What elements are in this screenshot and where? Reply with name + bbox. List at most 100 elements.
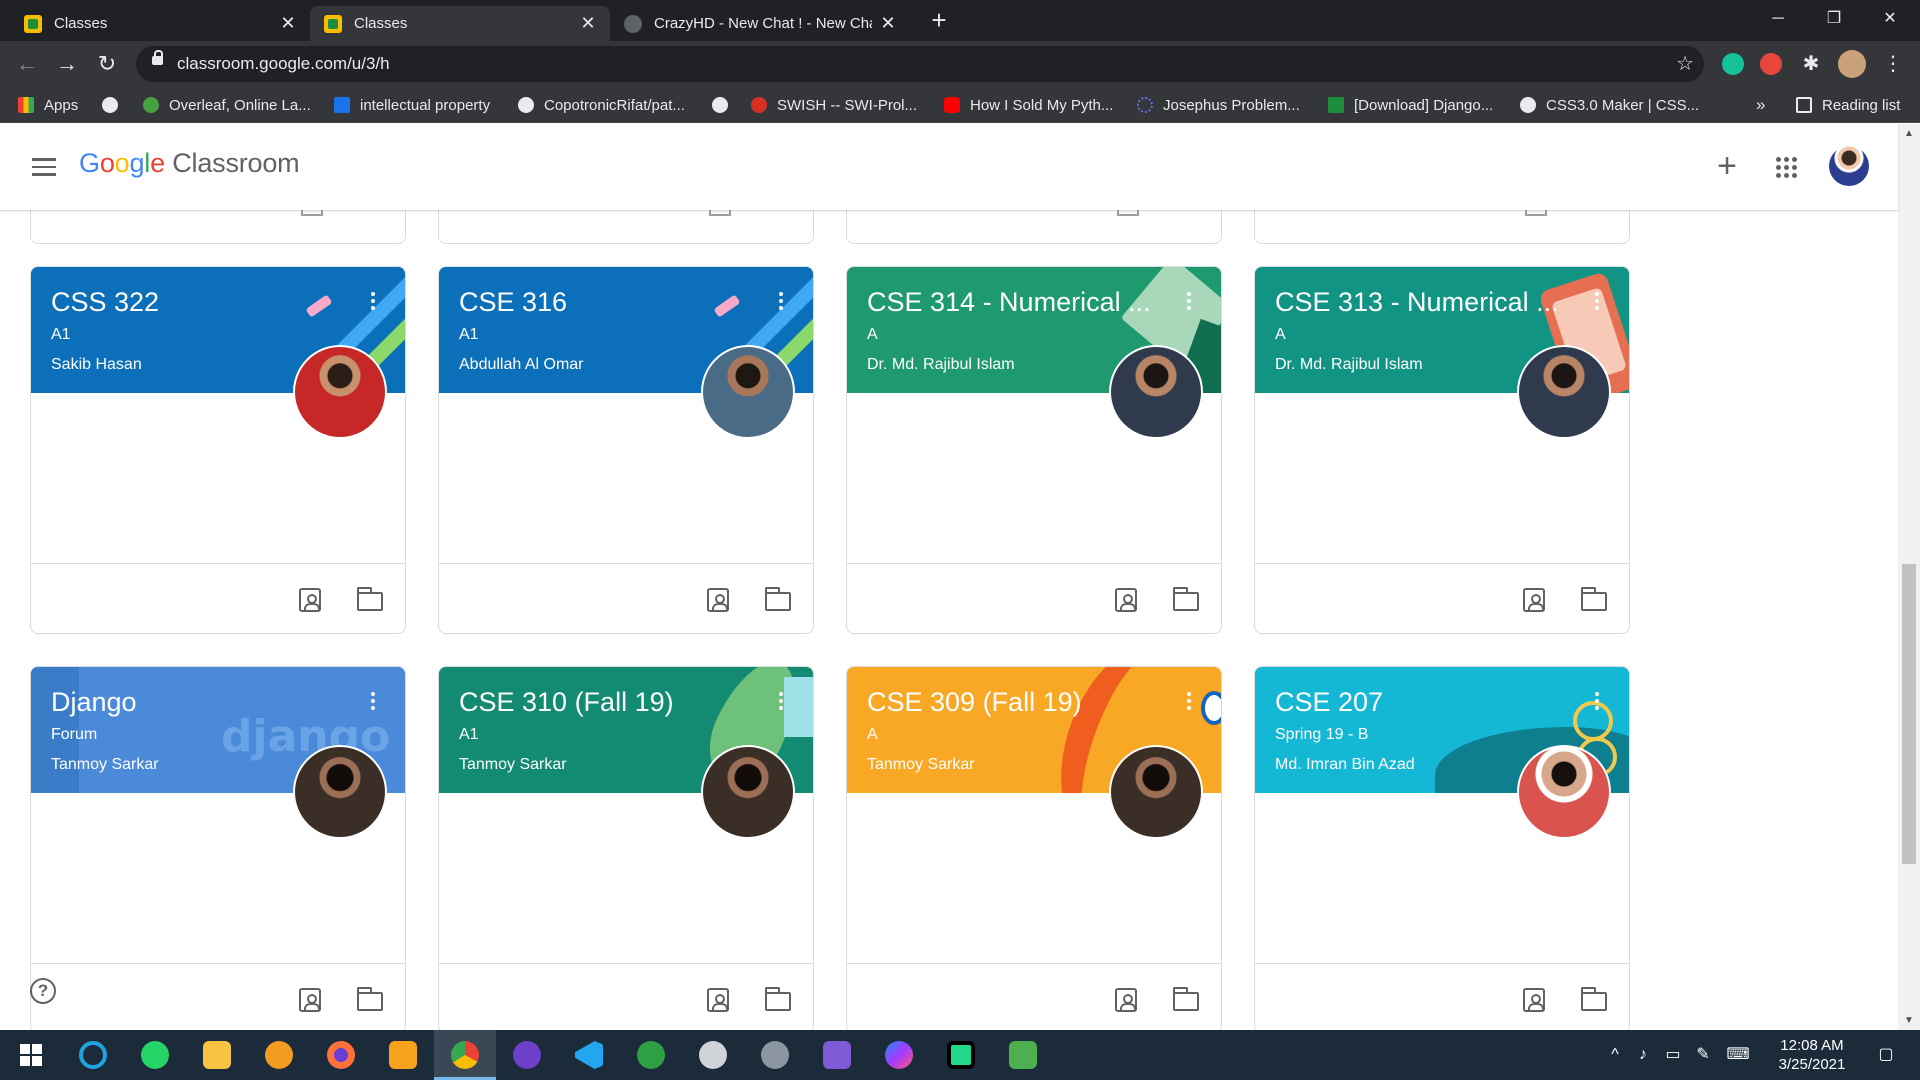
class-title[interactable]: Django [51,687,369,718]
google-apps-icon[interactable] [1776,157,1797,178]
back-button[interactable]: ← [12,49,42,79]
class-card[interactable]: CSE 207 Spring 19 - B Md. Imran Bin Azad [1254,666,1630,1030]
keyboard-icon[interactable]: ⌨ [1722,1030,1754,1080]
taskbar-app[interactable] [682,1030,744,1080]
more-options-icon[interactable] [1595,692,1599,710]
window-close-button[interactable]: ✕ [1862,0,1918,41]
google-classroom-logo[interactable]: Google Classroom [79,148,300,179]
bookmark-item[interactable]: [Download] Django... [1328,87,1493,123]
assignment-icon[interactable] [299,588,321,612]
class-title[interactable]: CSS 322 [51,287,369,318]
folder-icon[interactable] [1580,587,1607,611]
notifications-icon[interactable]: ▢ [1866,1030,1906,1080]
lock-icon[interactable] [152,50,163,65]
class-title[interactable]: CSE 316 [459,287,777,318]
taskbar-app[interactable] [558,1030,620,1080]
taskbar-app[interactable] [868,1030,930,1080]
bookmark-item[interactable]: intellectual property [334,87,490,123]
taskbar-app[interactable] [620,1030,682,1080]
close-icon[interactable]: ✕ [880,13,896,34]
class-card-partial[interactable] [1254,210,1630,244]
more-options-icon[interactable] [1187,692,1191,710]
bookmark-item[interactable]: CSS3.0 Maker | CSS... [1520,87,1699,123]
taskbar-app[interactable] [930,1030,992,1080]
folder-icon[interactable] [764,587,791,611]
assignment-icon[interactable] [707,988,729,1012]
close-icon[interactable]: ✕ [280,13,296,34]
browser-menu-icon[interactable]: ⋮ [1882,53,1904,75]
taskbar-app[interactable] [248,1030,310,1080]
taskbar-app-chrome[interactable] [434,1030,496,1080]
bookmark-star-icon[interactable]: ☆ [1676,46,1694,82]
class-title[interactable]: CSE 309 (Fall 19) [867,687,1185,718]
profile-avatar[interactable] [1838,50,1866,78]
create-join-class-button[interactable]: + [1709,148,1745,184]
help-icon[interactable]: ? [30,978,56,1004]
more-options-icon[interactable] [371,292,375,310]
bookmark-item[interactable] [102,87,128,123]
tray-overflow-icon[interactable]: ^ [1602,1030,1628,1080]
folder-icon[interactable] [764,987,791,1011]
assignment-icon[interactable] [1115,588,1137,612]
taskbar-app[interactable] [372,1030,434,1080]
folder-icon[interactable] [1172,987,1199,1011]
bookmarks-overflow-button[interactable]: » [1756,87,1765,123]
account-avatar[interactable] [1829,146,1869,186]
assignment-icon[interactable] [707,588,729,612]
folder-icon[interactable] [1580,987,1607,1011]
taskbar-app[interactable] [992,1030,1054,1080]
main-menu-icon[interactable] [32,158,56,176]
bookmark-item[interactable]: Josephus Problem... [1137,87,1300,123]
bookmark-item[interactable]: SWISH -- SWI-Prol... [751,87,917,123]
scroll-down-icon[interactable]: ▼ [1898,1015,1920,1026]
taskbar-clock[interactable]: 12:08 AM 3/25/2021 [1762,1036,1862,1074]
taskbar-app[interactable] [310,1030,372,1080]
folder-icon[interactable] [356,587,383,611]
more-options-icon[interactable] [779,692,783,710]
taskbar-app[interactable] [496,1030,558,1080]
forward-button[interactable]: → [52,49,82,79]
more-options-icon[interactable] [371,692,375,710]
browser-tab-active[interactable]: Classes ✕ [310,6,610,41]
taskbar-app[interactable] [186,1030,248,1080]
class-title[interactable]: CSE 314 - Numerical ... [867,287,1185,318]
scrollbar-thumb[interactable] [1902,564,1916,864]
pen-icon[interactable]: ✎ [1690,1030,1716,1080]
new-tab-button[interactable]: + [924,6,954,36]
start-button[interactable] [0,1030,62,1080]
volume-icon[interactable]: ♪ [1630,1030,1656,1080]
taskbar-app[interactable] [744,1030,806,1080]
assignment-icon[interactable] [1523,988,1545,1012]
taskbar-app[interactable] [124,1030,186,1080]
class-card-partial[interactable] [438,210,814,244]
assignment-icon[interactable] [1523,588,1545,612]
taskbar-app[interactable] [62,1030,124,1080]
more-options-icon[interactable] [1187,292,1191,310]
bookmark-apps[interactable]: Apps [18,87,78,123]
url-text[interactable]: classroom.google.com/u/3/h [177,46,390,82]
network-icon[interactable]: ▭ [1660,1030,1686,1080]
class-card[interactable]: CSE 316 A1 Abdullah Al Omar [438,266,814,634]
grammarly-extension-icon[interactable] [1722,53,1744,75]
folder-icon[interactable] [356,987,383,1011]
bookmark-item[interactable]: How I Sold My Pyth... [944,87,1113,123]
assignment-icon[interactable] [299,988,321,1012]
class-card[interactable]: CSE 314 - Numerical ... A Dr. Md. Rajibu… [846,266,1222,634]
class-card-partial[interactable] [846,210,1222,244]
extensions-puzzle-icon[interactable]: ✱ [1800,53,1822,75]
browser-tab[interactable]: CrazyHD - New Chat ! - New Cha ✕ [610,6,910,41]
class-card[interactable]: CSE 313 - Numerical ... A Dr. Md. Rajibu… [1254,266,1630,634]
minimize-button[interactable]: ─ [1750,0,1806,41]
bookmark-item[interactable]: Overleaf, Online La... [143,87,311,123]
class-card[interactable]: CSE 310 (Fall 19) A1 Tanmoy Sarkar [438,666,814,1030]
class-title[interactable]: CSE 310 (Fall 19) [459,687,777,718]
class-title[interactable]: CSE 207 [1275,687,1593,718]
class-card[interactable]: django Django Forum Tanmoy Sarkar [30,666,406,1030]
page-scrollbar[interactable]: ▲ ▼ [1898,124,1920,1030]
more-options-icon[interactable] [1595,292,1599,310]
more-options-icon[interactable] [779,292,783,310]
class-title[interactable]: CSE 313 - Numerical ... [1275,287,1593,318]
reload-button[interactable]: ↻ [92,49,122,79]
taskbar-app[interactable] [806,1030,868,1080]
address-bar[interactable]: classroom.google.com/u/3/h ☆ [136,46,1704,82]
